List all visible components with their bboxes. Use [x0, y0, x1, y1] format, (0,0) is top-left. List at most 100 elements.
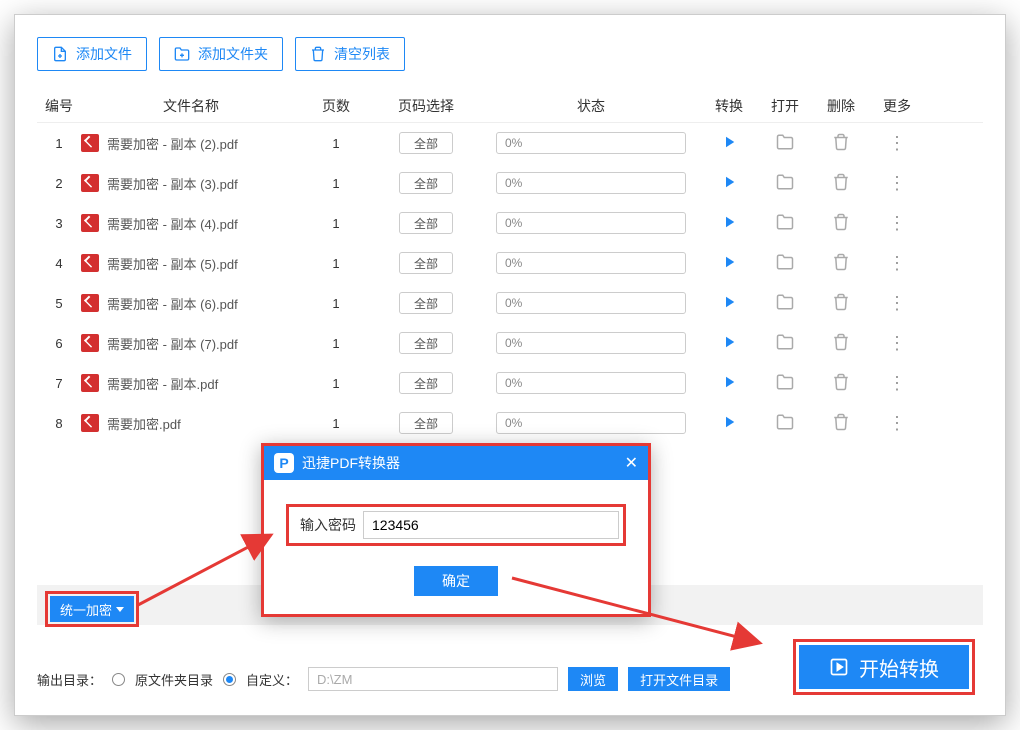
add-file-label: 添加文件 — [76, 44, 132, 64]
delete-icon[interactable] — [832, 173, 850, 194]
play-boxed-icon — [829, 657, 849, 677]
delete-icon[interactable] — [832, 413, 850, 434]
file-plus-icon — [52, 46, 68, 62]
more-icon[interactable]: ⋮ — [888, 254, 906, 272]
page-select-button[interactable]: 全部 — [399, 332, 453, 354]
more-icon[interactable]: ⋮ — [888, 334, 906, 352]
open-folder-icon[interactable] — [776, 413, 794, 434]
page-select-button[interactable]: 全部 — [399, 252, 453, 274]
convert-play-button[interactable] — [720, 213, 738, 234]
password-row-highlight: 输入密码 — [286, 504, 626, 546]
open-folder-icon[interactable] — [776, 293, 794, 314]
more-icon[interactable]: ⋮ — [888, 374, 906, 392]
row-idx: 5 — [37, 296, 81, 311]
clear-list-label: 清空列表 — [334, 44, 390, 64]
pdf-icon — [81, 374, 99, 392]
output-label: 输出目录： — [37, 670, 102, 689]
add-file-button[interactable]: 添加文件 — [37, 37, 147, 71]
add-folder-button[interactable]: 添加文件夹 — [159, 37, 283, 71]
status-bar: 0% — [496, 372, 686, 394]
file-name: 需要加密 - 副本 (7).pdf — [107, 334, 238, 353]
row-pages: 1 — [301, 336, 371, 351]
row-pages: 1 — [301, 216, 371, 231]
unify-encrypt-label: 统一加密 — [60, 600, 112, 619]
dialog-titlebar[interactable]: P 迅捷PDF转换器 ✕ — [264, 446, 648, 480]
pdf-icon — [81, 294, 99, 312]
table-row: 8需要加密.pdf1全部0%⋮ — [37, 403, 983, 443]
status-bar: 0% — [496, 292, 686, 314]
file-name: 需要加密 - 副本 (5).pdf — [107, 254, 238, 273]
password-input[interactable] — [363, 511, 619, 539]
delete-icon[interactable] — [832, 133, 850, 154]
table-row: 1需要加密 - 副本 (2).pdf1全部0%⋮ — [37, 123, 983, 163]
convert-play-button[interactable] — [720, 173, 738, 194]
open-folder-button[interactable]: 打开文件目录 — [628, 667, 730, 691]
radio-custom-label: 自定义： — [246, 670, 298, 689]
start-convert-highlight: 开始转换 — [793, 639, 975, 695]
file-name: 需要加密 - 副本.pdf — [107, 374, 218, 393]
more-icon[interactable]: ⋮ — [888, 174, 906, 192]
file-name: 需要加密 - 副本 (3).pdf — [107, 174, 238, 193]
open-folder-icon[interactable] — [776, 253, 794, 274]
col-name: 文件名称 — [81, 96, 301, 116]
page-select-button[interactable]: 全部 — [399, 132, 453, 154]
file-name: 需要加密 - 副本 (4).pdf — [107, 214, 238, 233]
convert-play-button[interactable] — [720, 413, 738, 434]
unify-encrypt-button[interactable]: 统一加密 — [50, 596, 134, 622]
clear-list-button[interactable]: 清空列表 — [295, 37, 405, 71]
col-page-sel: 页码选择 — [371, 96, 481, 116]
page-select-button[interactable]: 全部 — [399, 412, 453, 434]
delete-icon[interactable] — [832, 373, 850, 394]
output-path-input[interactable] — [308, 667, 558, 691]
more-icon[interactable]: ⋮ — [888, 134, 906, 152]
open-folder-icon[interactable] — [776, 373, 794, 394]
status-bar: 0% — [496, 332, 686, 354]
open-folder-icon[interactable] — [776, 213, 794, 234]
more-icon[interactable]: ⋮ — [888, 294, 906, 312]
pdf-icon — [81, 134, 99, 152]
table-row: 5 需要加密 - 副本 (6).pdf 1 全部 0% ⋮ — [37, 283, 983, 323]
row-idx: 6 — [37, 336, 81, 351]
col-open: 打开 — [757, 96, 813, 116]
table-row: 4需要加密 - 副本 (5).pdf1全部0%⋮ — [37, 243, 983, 283]
row-pages: 1 — [301, 256, 371, 271]
delete-icon[interactable] — [832, 253, 850, 274]
file-name: 需要加密.pdf — [107, 414, 181, 433]
unify-encrypt-highlight: 统一加密 — [45, 591, 139, 627]
start-convert-button[interactable]: 开始转换 — [799, 645, 969, 689]
dialog-ok-button[interactable]: 确定 — [414, 566, 498, 596]
radio-custom[interactable] — [223, 673, 236, 686]
delete-icon[interactable] — [832, 213, 850, 234]
pdf-icon — [81, 254, 99, 272]
col-no: 编号 — [37, 96, 81, 116]
page-select-button[interactable]: 全部 — [399, 172, 453, 194]
open-folder-icon[interactable] — [776, 133, 794, 154]
row-pages: 1 — [301, 416, 371, 431]
convert-play-button[interactable] — [720, 333, 738, 354]
start-convert-label: 开始转换 — [859, 653, 939, 682]
convert-play-button[interactable] — [720, 253, 738, 274]
file-table: 编号 文件名称 页数 页码选择 状态 转换 打开 删除 更多 1需要加密 - 副… — [37, 89, 983, 443]
radio-same-folder[interactable] — [112, 673, 125, 686]
dialog-close-icon[interactable]: ✕ — [625, 453, 638, 473]
delete-icon[interactable] — [832, 333, 850, 354]
file-name: 需要加密 - 副本 (6).pdf — [107, 294, 238, 313]
open-folder-icon[interactable] — [776, 173, 794, 194]
row-pages: 1 — [301, 296, 371, 311]
col-pages: 页数 — [301, 96, 371, 116]
row-idx: 7 — [37, 376, 81, 391]
convert-play-button[interactable] — [720, 293, 738, 314]
open-folder-icon[interactable] — [776, 333, 794, 354]
convert-play-button[interactable] — [720, 373, 738, 394]
delete-icon[interactable] — [832, 293, 850, 314]
file-name: 需要加密 - 副本 (2).pdf — [107, 134, 238, 153]
browse-button[interactable]: 浏览 — [568, 667, 618, 691]
more-icon[interactable]: ⋮ — [888, 414, 906, 432]
page-select-button[interactable]: 全部 — [399, 292, 453, 314]
col-delete: 删除 — [813, 96, 869, 116]
more-icon[interactable]: ⋮ — [888, 214, 906, 232]
convert-play-button[interactable] — [720, 133, 738, 154]
page-select-button[interactable]: 全部 — [399, 212, 453, 234]
row-idx: 2 — [37, 176, 81, 191]
page-select-button[interactable]: 全部 — [399, 372, 453, 394]
